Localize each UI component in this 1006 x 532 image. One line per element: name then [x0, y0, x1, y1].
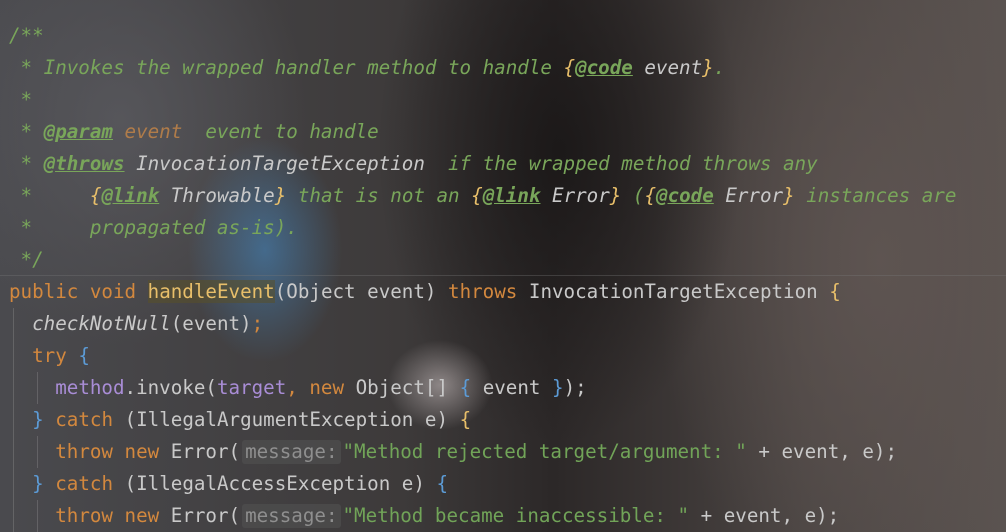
javadoc-param: * @param event event to handle [9, 120, 379, 143]
code-line-catch-argument[interactable]: } catch (IllegalArgumentException e) { [9, 404, 471, 436]
parameter-hint: message: [242, 504, 341, 528]
javadoc-blank: * [9, 88, 33, 111]
code-line-checknotnull[interactable]: checkNotNull(event); [9, 308, 263, 340]
javadoc-throws-cont: * {@link Throwable} that is not an {@lin… [9, 184, 957, 207]
code-line-invoke[interactable]: method.invoke(target, new Object[] { eve… [9, 372, 586, 404]
code-editor[interactable]: /** * Invokes the wrapped handler method… [0, 0, 1006, 532]
javadoc-throws: * @throws InvocationTargetException if t… [9, 152, 818, 175]
javadoc-line-summary: * Invokes the wrapped handler method to … [9, 56, 726, 79]
parameter-hint: message: [242, 440, 341, 464]
javadoc-close: */ [9, 248, 44, 271]
javadoc-code-tag: @code [575, 56, 633, 79]
method-signature[interactable]: public void handleEvent(Object event) th… [9, 276, 841, 308]
javadoc-param-tag: @param [43, 120, 113, 143]
code-line-throw-1[interactable]: throw new Error(message: "Method rejected… [9, 436, 897, 468]
method-name[interactable]: handleEvent [147, 280, 275, 303]
code-line-try[interactable]: try { [9, 340, 90, 372]
javadoc-throws-tag: @throws [43, 152, 125, 175]
javadoc-open: /** [9, 24, 44, 47]
code-line-catch-access[interactable]: } catch (IllegalAccessException e) { [9, 468, 448, 500]
code-line-throw-2[interactable]: throw new Error(message: "Method became i… [9, 500, 839, 532]
javadoc-propagated: * propagated as-is). [9, 216, 298, 239]
